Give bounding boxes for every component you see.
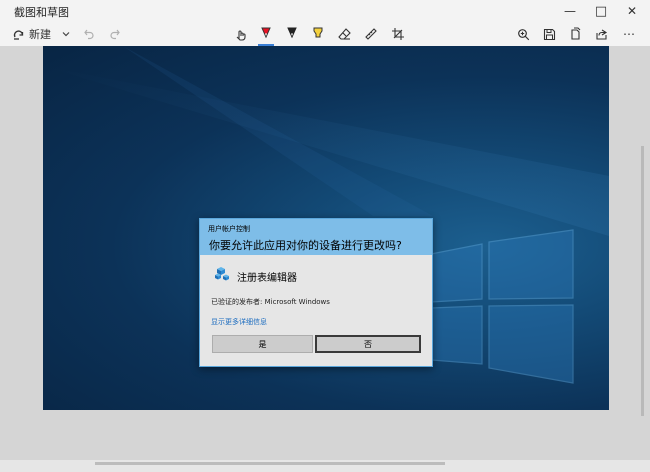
zoom-button[interactable]: [515, 25, 531, 43]
new-snip-label: 新建: [29, 28, 51, 41]
ruler-button[interactable]: [363, 25, 379, 43]
uac-header: 用户帐户控制 你要允许此应用对你的设备进行更改吗?: [200, 219, 432, 255]
new-snip-button[interactable]: 新建: [12, 25, 51, 43]
crop-button[interactable]: [390, 25, 406, 43]
redo-icon: [110, 29, 120, 40]
share-button[interactable]: [593, 25, 609, 43]
app-title: 截图和草图: [14, 6, 69, 19]
highlighter-icon: [313, 27, 323, 38]
uac-show-details-link[interactable]: 显示更多详细信息: [211, 317, 267, 327]
pencil-button[interactable]: [284, 25, 300, 43]
vertical-scrollbar[interactable]: [641, 146, 644, 416]
uac-no-button[interactable]: 否: [315, 335, 421, 353]
eraser-icon: [338, 28, 351, 40]
uac-dialog: 用户帐户控制 你要允许此应用对你的设备进行更改吗? 注册表编辑器 已验证的发布者…: [199, 218, 433, 367]
more-button[interactable]: ⋯: [620, 25, 638, 43]
registry-editor-icon: [215, 267, 229, 281]
new-snip-dropdown[interactable]: [59, 25, 73, 43]
uac-yes-button[interactable]: 是: [212, 335, 313, 353]
copy-button[interactable]: [567, 25, 583, 43]
save-icon: [543, 28, 555, 40]
touch-writing-icon: [236, 30, 246, 41]
copy-icon: [570, 27, 580, 40]
eraser-button[interactable]: [337, 25, 353, 43]
close-button[interactable]: ✕: [616, 0, 648, 22]
undo-button[interactable]: [82, 25, 96, 43]
save-button[interactable]: [541, 25, 557, 43]
maximize-button[interactable]: □: [585, 0, 617, 22]
highlighter-button[interactable]: [310, 25, 326, 43]
undo-icon: [84, 29, 94, 40]
crop-icon: [392, 28, 404, 40]
uac-question: 你要允许此应用对你的设备进行更改吗?: [209, 239, 402, 252]
ballpoint-pen-icon: [261, 27, 271, 39]
horizontal-scrollbar[interactable]: [95, 462, 445, 465]
redo-button[interactable]: [108, 25, 122, 43]
uac-publisher: 已验证的发布者: Microsoft Windows: [211, 298, 330, 306]
chevron-down-icon: [62, 32, 70, 37]
ruler-icon: [365, 28, 377, 40]
toolbar: 新建 ⋯: [0, 22, 650, 46]
pencil-icon: [287, 27, 297, 39]
minimize-button[interactable]: —: [554, 0, 586, 22]
uac-caption: 用户帐户控制: [208, 225, 250, 233]
title-bar: 截图和草图 — □ ✕: [0, 0, 650, 22]
share-icon: [595, 29, 607, 40]
ballpoint-pen-button[interactable]: [258, 25, 274, 43]
new-snip-icon: [13, 30, 24, 40]
zoom-icon: [517, 28, 529, 40]
uac-app-name: 注册表编辑器: [237, 273, 297, 284]
touch-writing-button[interactable]: [233, 25, 249, 43]
